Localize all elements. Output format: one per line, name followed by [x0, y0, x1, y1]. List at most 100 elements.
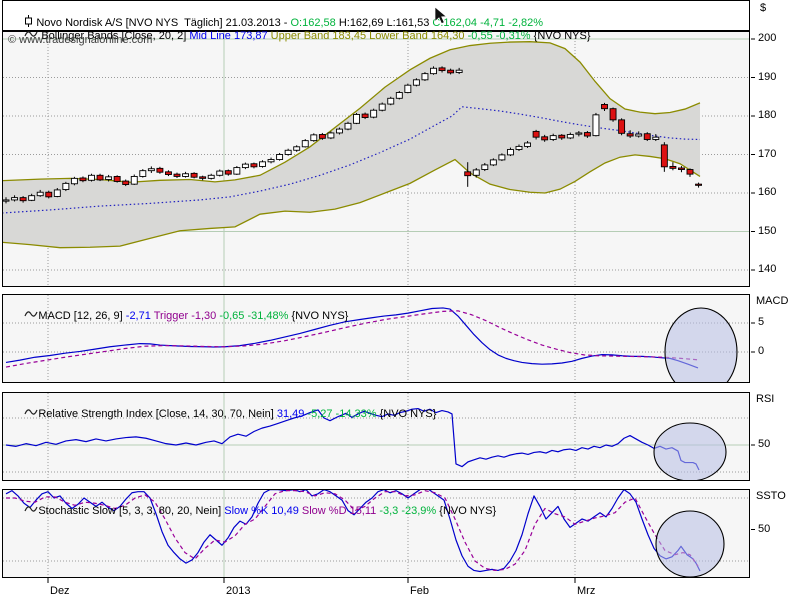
candle: [456, 70, 462, 72]
header-segment: -2,71: [126, 310, 154, 322]
candle: [328, 133, 334, 138]
candle: [97, 175, 103, 180]
candle: [550, 136, 556, 140]
candle: [439, 68, 445, 71]
candle: [610, 109, 616, 120]
candle: [354, 114, 360, 123]
candle: [388, 98, 394, 104]
macd-header[interactable]: MACD [12, 26, 9] -2,71 Trigger -1,30 -0,…: [6, 297, 348, 334]
candle: [3, 200, 9, 201]
candle: [89, 175, 95, 180]
highlight-circle: [656, 511, 724, 577]
header-segment: Upper Band 183,45 Lower Band 164,30: [271, 30, 468, 42]
candle: [225, 171, 231, 174]
header-segment: {NVO NYS}: [534, 30, 591, 42]
header-segment: Mid Line 173,87: [189, 30, 270, 42]
candle: [123, 181, 129, 184]
candle: [208, 175, 214, 178]
mouse-cursor-icon: [434, 6, 448, 30]
candle: [80, 178, 86, 181]
candle: [319, 134, 325, 138]
candle: [396, 93, 402, 99]
candle: [302, 141, 308, 147]
candle: [507, 149, 513, 154]
candle: [29, 196, 35, 201]
candle: [371, 110, 377, 117]
candle: [602, 104, 608, 108]
header-segment: {NVO NYS}: [292, 310, 349, 322]
header-segment: -0,65 -31,48%: [219, 310, 291, 322]
candle: [63, 183, 69, 189]
candle: [696, 184, 702, 185]
candle: [379, 104, 385, 110]
stochastic-header[interactable]: Stochastic Slow [5, 3, 3, 80, 20, Nein] …: [6, 492, 496, 529]
candle: [71, 178, 77, 183]
macd-header-text: MACD [12, 26, 9] -2,71 Trigger -1,30 -0,…: [38, 310, 348, 322]
candle: [482, 165, 488, 170]
candle: [448, 70, 454, 73]
candle: [217, 171, 223, 175]
watermark: © www.tradesignalonline.com: [8, 34, 152, 46]
candle: [413, 80, 419, 85]
rsi-header[interactable]: Relative Strength Index [Close, 14, 30, …: [6, 395, 436, 432]
wave-icon: [6, 395, 38, 432]
candle: [644, 134, 650, 140]
candle: [336, 129, 342, 133]
candle: [422, 74, 428, 80]
candle: [311, 135, 317, 141]
candle: [661, 145, 667, 167]
candle: [576, 133, 582, 134]
candle: [140, 171, 146, 177]
candle: [525, 143, 531, 146]
candle: [619, 120, 625, 133]
candle: [131, 176, 137, 184]
candle: [670, 166, 676, 168]
header-segment: Trigger -1,30: [154, 310, 220, 322]
candle: [46, 192, 52, 197]
candle: [260, 162, 266, 167]
candle: [294, 147, 300, 150]
candle: [277, 155, 283, 160]
candle: [567, 134, 573, 137]
candle: [183, 174, 189, 177]
candle: [405, 85, 411, 92]
candle: [54, 190, 60, 197]
header-segment: -5,27 -14,33%: [307, 408, 379, 420]
candle: [653, 137, 659, 139]
header-segment: Slow %K 10,49: [224, 505, 302, 517]
candle: [465, 172, 471, 176]
header-segment: {NVO NYS}: [439, 505, 496, 517]
header-segment: -3,3 -23,9%: [379, 505, 439, 517]
header-segment: Relative Strength Index [Close, 14, 30, …: [38, 408, 276, 420]
highlight-circle: [654, 423, 726, 481]
header-segment: {NVO NYS}: [380, 408, 437, 420]
candle: [533, 131, 539, 137]
candle: [148, 169, 154, 171]
candle: [242, 164, 248, 167]
candle: [174, 174, 180, 176]
candle: [106, 177, 112, 180]
candle: [687, 170, 693, 175]
candle: [627, 134, 633, 136]
candle: [559, 135, 565, 138]
candle: [593, 115, 599, 136]
wave-icon: [6, 297, 38, 334]
rsi-header-text: Relative Strength Index [Close, 14, 30, …: [38, 408, 436, 420]
candle: [234, 168, 240, 175]
candle: [37, 192, 43, 195]
candle: [345, 123, 351, 129]
candle: [499, 155, 505, 160]
header-segment: 31,49: [277, 408, 308, 420]
candle: [165, 172, 171, 175]
candle: [191, 173, 197, 177]
candle: [268, 160, 274, 162]
candle: [362, 114, 368, 117]
candle: [251, 164, 257, 167]
header-segment: MACD [12, 26, 9]: [38, 310, 125, 322]
header-segment: -0,55 -0,31%: [468, 30, 534, 42]
candle: [200, 177, 206, 179]
candle: [431, 68, 437, 73]
candle: [12, 198, 18, 200]
candle: [584, 133, 590, 136]
candle: [473, 170, 479, 175]
